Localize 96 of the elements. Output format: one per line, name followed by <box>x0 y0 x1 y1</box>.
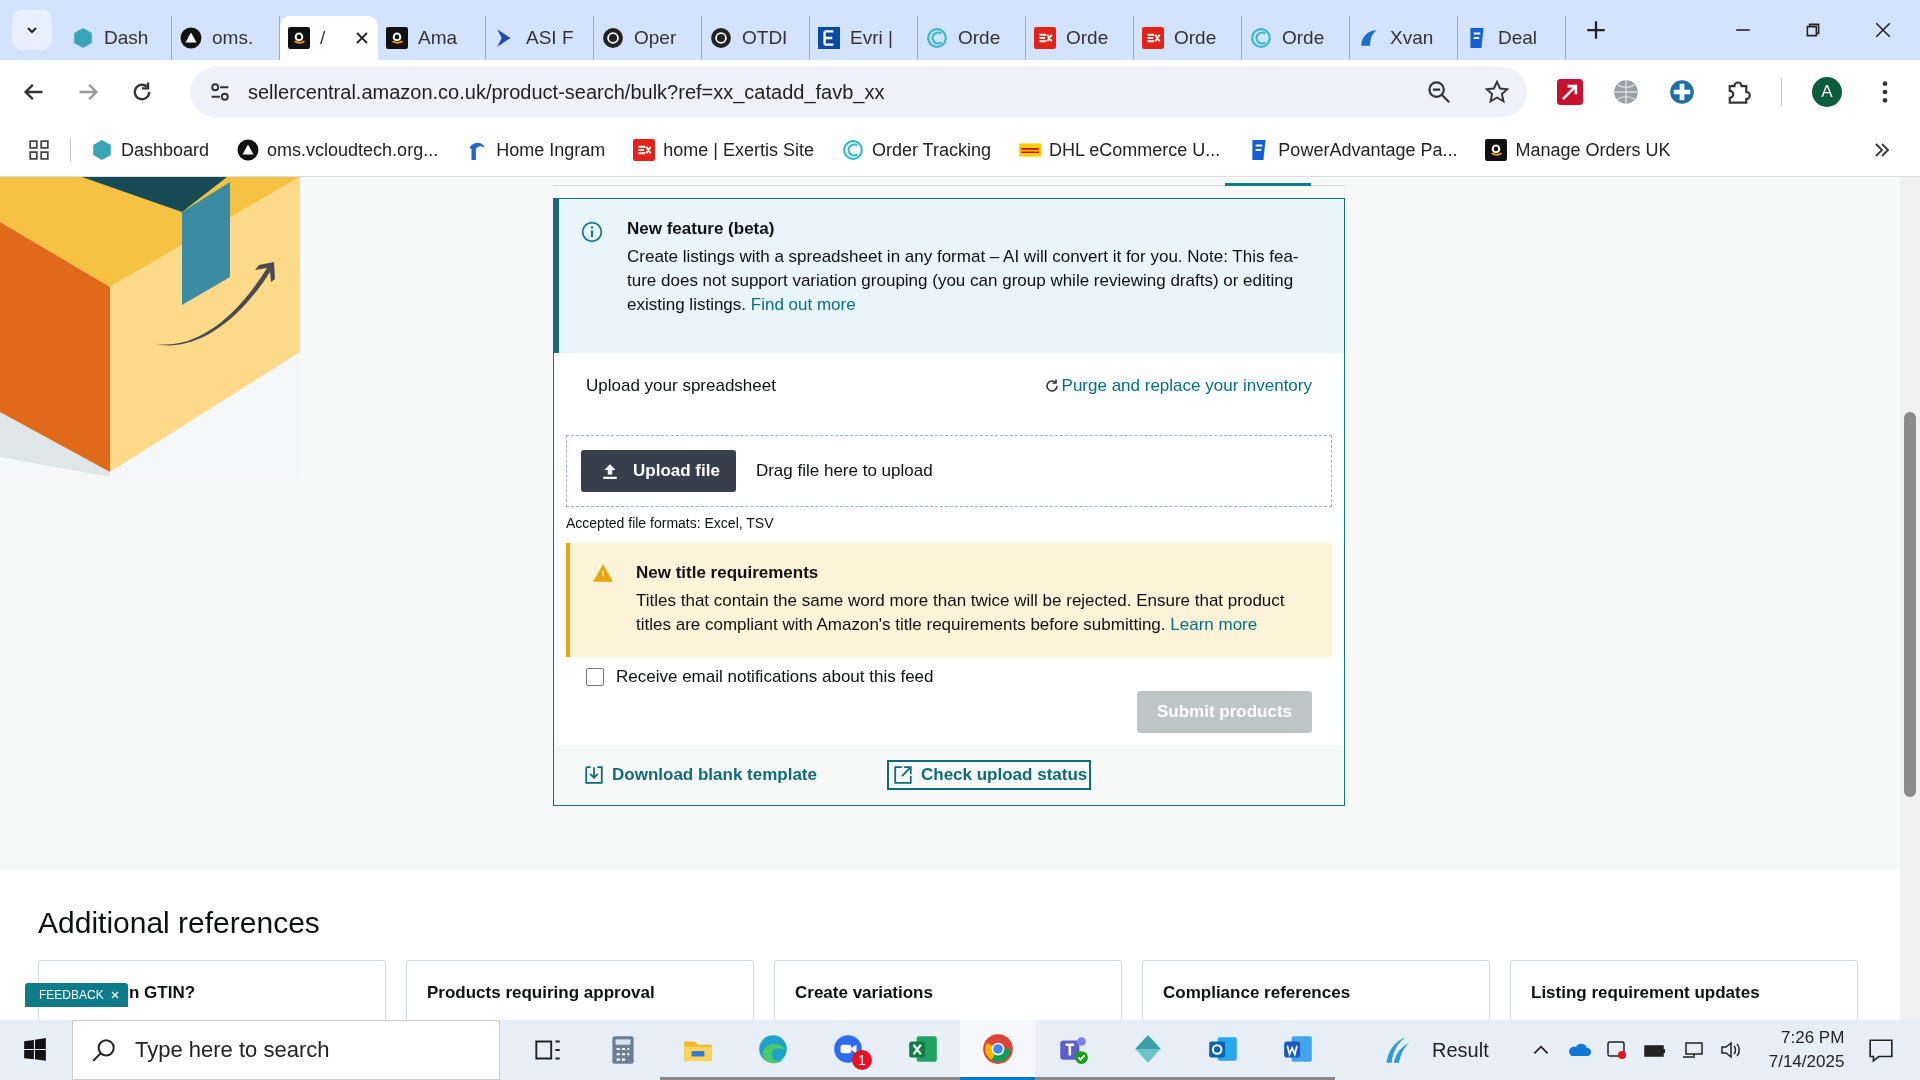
feedback-button[interactable]: FEEDBACK <box>25 983 128 1007</box>
learn-more-link[interactable]: Learn more <box>1170 615 1258 634</box>
bookmark-label: home | Exertis Site <box>663 139 814 161</box>
square-logo-icon <box>1034 27 1056 49</box>
cross-circle-icon[interactable] <box>1669 79 1695 105</box>
tab-title: Orde <box>1066 27 1110 49</box>
reference-title: Compliance references <box>1163 983 1351 1002</box>
drop-zone[interactable]: Upload file Drag file here to upload <box>566 435 1332 507</box>
crescent-icon <box>926 27 948 49</box>
banner-text: Titles that contain the same word more than twice will be rejected. Ensure that product titles are compliant with Amazon's title requirements before submitting. Learn more <box>636 590 1286 636</box>
banner-text: Create listings with a spreadsheet in any format – AI will convert it for you. Note: This fea- ture does not support variation grouping (you can group while reviewing drafts) or editing existing listings. Find out more <box>627 246 1300 316</box>
crescent-icon <box>841 139 864 161</box>
address-bar[interactable]: sellercentral.amazon.co.uk/product-search/bulk?ref=xx_catadd_favb_xx <box>190 67 1527 117</box>
display-alert-icon[interactable] <box>1604 1039 1629 1061</box>
reference-title: Create variations <box>795 983 933 1002</box>
download-icon <box>584 765 604 785</box>
hexagon-icon <box>91 139 113 161</box>
tab-title: Orde <box>1282 27 1326 49</box>
restore-icon[interactable] <box>1804 21 1822 39</box>
tab-title: Deal <box>1498 27 1539 49</box>
bookmark-item[interactable]: Manage Orders UK <box>1485 139 1671 161</box>
taskbar-button[interactable] <box>960 1020 1035 1080</box>
find-out-more-link[interactable]: Find out more <box>750 295 856 314</box>
download-template-link[interactable]: Download blank template <box>584 760 817 790</box>
external-link-icon <box>893 765 913 785</box>
bookmark-label: Order Tracking <box>871 139 991 161</box>
tab-title: OTDI <box>742 27 789 49</box>
tab-title: oms. <box>212 27 255 49</box>
browser-tab[interactable]: / <box>280 16 378 60</box>
site-settings-icon[interactable] <box>208 80 232 104</box>
time-text: 7:26 PM <box>1781 1027 1845 1049</box>
close-icon[interactable] <box>1874 21 1892 39</box>
scrollbar[interactable] <box>1900 177 1920 1020</box>
hexagon-icon <box>72 27 94 49</box>
profile-avatar[interactable]: A <box>1812 77 1842 107</box>
check-status-link[interactable]: Check upload status <box>887 760 1092 790</box>
tab-title: / <box>320 27 327 49</box>
info-icon <box>581 221 603 243</box>
banner-title: New title requirements <box>636 563 820 583</box>
url-text: sellercentral.amazon.co.uk/product-search/bulk?ref=xx_catadd_favb_xx <box>248 80 886 104</box>
square-e-icon <box>818 27 840 49</box>
purge-link[interactable]: Purge and replace your inventory <box>1043 376 1312 396</box>
tab-title: Xvan <box>1390 27 1435 49</box>
weather-widget[interactable]: Result <box>1380 1033 1489 1067</box>
close-icon <box>109 990 120 1000</box>
upload-icon <box>601 462 619 480</box>
section-heading: Additional references <box>38 906 321 940</box>
tab-title: ASI F <box>526 27 575 49</box>
accepted-formats: Accepted file formats: Excel, TSV <box>566 515 775 531</box>
swirl-icon <box>710 27 732 49</box>
network-icon[interactable] <box>1680 1039 1705 1061</box>
date-text: 7/14/2025 <box>1768 1051 1845 1073</box>
bookmark-star-icon[interactable] <box>1485 80 1509 104</box>
tab-title: Dash <box>104 27 150 49</box>
taskbar-button[interactable]: 1 <box>810 1020 885 1080</box>
banner-title: New feature (beta) <box>627 219 776 239</box>
square-logo-icon <box>1142 27 1164 49</box>
bookmark-item[interactable]: Dashboard <box>91 139 210 161</box>
bookmark-label: Manage Orders UK <box>1515 139 1671 161</box>
tab-title: Orde <box>1174 27 1218 49</box>
warning-icon <box>592 563 614 583</box>
swirl-icon <box>602 27 624 49</box>
clock[interactable]: 7:26 PM 7/14/2025 <box>1768 1026 1845 1074</box>
apps-grid-icon[interactable] <box>28 139 50 161</box>
bookmark-label: Dashboard <box>121 139 210 161</box>
bookmark-item[interactable]: Order Tracking <box>841 139 991 161</box>
notification-badge: 1 <box>852 1050 872 1070</box>
speaker-icon[interactable] <box>1718 1039 1743 1061</box>
checkbox[interactable] <box>586 668 604 686</box>
close-icon[interactable] <box>354 30 370 46</box>
notifications-icon[interactable] <box>1868 1037 1894 1063</box>
windows-start-icon[interactable] <box>22 1037 48 1063</box>
reference-title: Products requiring approval <box>427 983 655 1002</box>
square-logo-icon <box>633 139 656 161</box>
zoom-icon[interactable] <box>1427 80 1451 104</box>
refresh-icon <box>1043 378 1060 394</box>
upload-file-button[interactable]: Upload file <box>581 450 736 492</box>
reference-title: n GTIN? <box>129 983 196 1002</box>
search-icon <box>91 1037 117 1063</box>
bookmark-item[interactable]: Home Ingram <box>466 139 606 161</box>
new-tab-icon[interactable] <box>1586 20 1606 40</box>
globe-icon[interactable] <box>1613 79 1639 105</box>
checkbox-label: Receive email notifications about this feed <box>616 667 934 687</box>
arrow-square-icon[interactable] <box>1557 79 1583 105</box>
tab-title: Oper <box>634 27 678 49</box>
bookmark-label: Home Ingram <box>496 139 606 161</box>
bookmark-item[interactable]: home | Exertis Site <box>633 139 814 161</box>
tab-title: Evri | <box>850 27 894 49</box>
tab-title: Orde <box>958 27 1002 49</box>
tab-title: Ama <box>418 27 459 49</box>
browser-icon <box>980 1031 1015 1066</box>
section-heading: Upload your spreadsheet <box>586 376 776 396</box>
reference-title: Listing requirement updates <box>1531 983 1760 1002</box>
drop-hint: Drag file here to upload <box>755 461 933 481</box>
taskbar-search-field[interactable]: Type here to search <box>72 1020 500 1080</box>
crescent-icon <box>1250 27 1272 49</box>
